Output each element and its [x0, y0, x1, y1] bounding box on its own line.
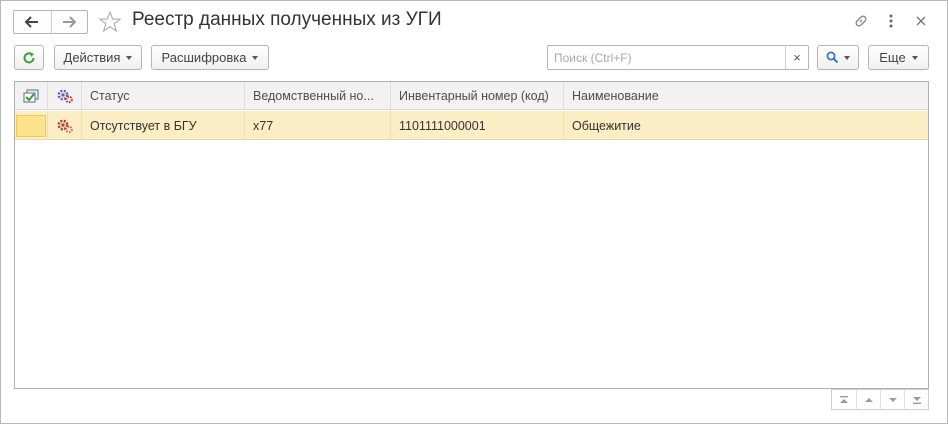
column-header-dept-number[interactable]: Ведомственный но... — [245, 82, 391, 110]
checklist-icon — [23, 89, 39, 103]
forward-arrow-icon — [63, 16, 77, 28]
gears-icon — [57, 89, 73, 104]
clear-icon: × — [793, 50, 801, 65]
decode-label: Расшифровка — [161, 50, 247, 65]
search-box: × — [547, 45, 809, 70]
row-name: Общежитие — [572, 118, 641, 133]
refresh-button[interactable] — [14, 45, 44, 70]
chevron-down-icon — [126, 55, 133, 60]
go-up-button[interactable] — [856, 390, 880, 409]
go-first-button[interactable] — [832, 390, 856, 409]
row-mark-cell[interactable] — [15, 111, 48, 140]
decode-button[interactable]: Расшифровка — [151, 45, 269, 70]
chevron-down-icon — [888, 397, 897, 402]
column-header-state[interactable] — [48, 82, 82, 110]
last-page-icon — [912, 396, 921, 404]
search-input[interactable] — [548, 46, 786, 69]
favorite-button[interactable] — [98, 10, 122, 34]
column-header-inventory-number[interactable]: Инвентарный номер (код) — [391, 82, 564, 110]
close-button[interactable] — [911, 11, 931, 31]
chevron-down-icon — [252, 55, 259, 60]
row-state-cell — [48, 111, 82, 140]
more-vertical-icon — [889, 14, 893, 28]
table-header: Статус Ведомственный но... Инвентарный н… — [15, 82, 928, 110]
column-header-status[interactable]: Статус — [82, 82, 245, 110]
search-button[interactable] — [817, 45, 859, 70]
search-clear-button[interactable]: × — [785, 46, 808, 69]
refresh-icon — [23, 51, 35, 63]
close-icon — [916, 16, 926, 26]
row-inventory-number: 1101111000001 — [391, 111, 564, 140]
window: Реестр данных полученных из УГИ Действия — [0, 0, 948, 424]
link-icon — [855, 15, 867, 27]
search-icon — [826, 51, 839, 64]
nav-buttons — [13, 10, 88, 34]
go-last-button[interactable] — [904, 390, 928, 409]
selection-box — [16, 114, 46, 137]
page-title: Реестр данных полученных из УГИ — [132, 9, 442, 30]
row-dept-number: x77 — [245, 111, 391, 140]
link-button[interactable] — [851, 11, 871, 31]
actions-button[interactable]: Действия — [54, 45, 142, 70]
go-down-button[interactable] — [880, 390, 904, 409]
forward-button[interactable] — [50, 11, 88, 33]
title-bar: Реестр данных полученных из УГИ — [1, 1, 947, 41]
column-header-name[interactable]: Наименование — [564, 82, 928, 110]
row-status: Отсутствует в БГУ — [82, 111, 245, 140]
more-label: Еще — [879, 50, 906, 65]
chevron-up-icon — [864, 397, 873, 402]
back-button[interactable] — [14, 11, 51, 33]
chevron-down-icon — [844, 55, 850, 60]
table-row[interactable]: Отсутствует в БГУ x77 1101111000001 Обще… — [15, 111, 928, 140]
star-icon — [98, 10, 122, 33]
gear-icon — [57, 119, 73, 133]
chevron-down-icon — [911, 55, 918, 60]
back-arrow-icon — [25, 16, 39, 28]
actions-label: Действия — [63, 50, 121, 65]
table-navigation — [831, 389, 929, 410]
more-button[interactable]: Еще — [868, 45, 929, 70]
column-header-mark[interactable] — [15, 82, 48, 110]
more-menu-button[interactable] — [881, 11, 901, 31]
first-page-icon — [840, 395, 848, 403]
data-table[interactable]: Статус Ведомственный но... Инвентарный н… — [14, 81, 929, 389]
